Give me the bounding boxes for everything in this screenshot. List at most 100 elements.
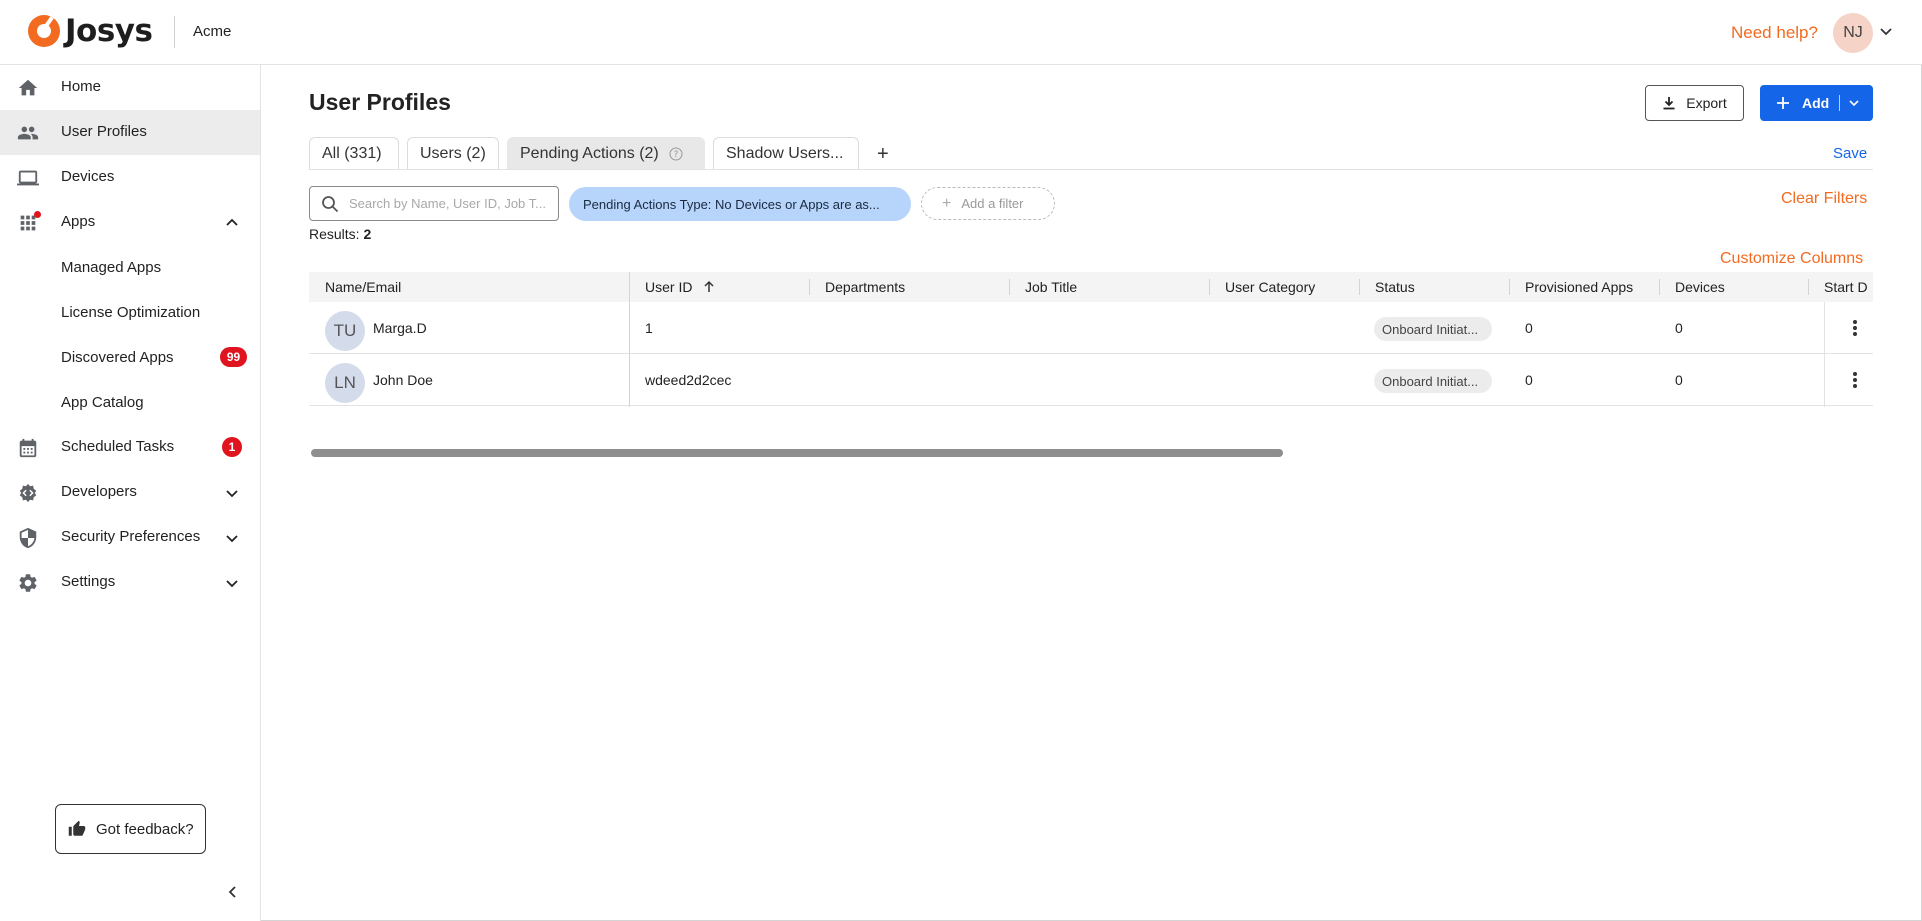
tab-users[interactable]: Users (2) xyxy=(407,137,499,170)
table-row[interactable]: LN John Doe wdeed2d2cec Onboard Initiat.… xyxy=(309,354,1873,406)
column-header-user-category[interactable]: User Category xyxy=(1225,279,1315,295)
brand-logo[interactable]: Josys xyxy=(28,13,153,49)
sidebar-item-developers[interactable]: Developers xyxy=(0,470,260,515)
sidebar-item-home[interactable]: Home xyxy=(0,65,260,110)
sidebar-item-managed-apps[interactable]: Managed Apps xyxy=(61,259,161,276)
chevron-up-icon xyxy=(226,218,238,226)
sidebar-item-label: Security Preferences xyxy=(61,528,201,545)
sort-ascending-arrow-icon[interactable] xyxy=(702,280,716,294)
more-vert-icon[interactable] xyxy=(1845,370,1865,390)
user-id: wdeed2d2cec xyxy=(645,372,732,388)
save-view-link[interactable]: Save xyxy=(1833,145,1867,162)
user-id: 1 xyxy=(645,320,653,336)
sidebar-item-settings[interactable]: Settings xyxy=(0,560,260,605)
avatar: TU xyxy=(325,311,365,351)
column-header-label: User ID xyxy=(645,279,693,295)
tab-all[interactable]: All (331) xyxy=(309,137,399,170)
table-row[interactable]: TU Marga.D 1 Onboard Initiat... 0 0 xyxy=(309,302,1873,354)
josys-logo-icon xyxy=(28,15,60,47)
sidebar-item-license-optimization[interactable]: License Optimization xyxy=(61,304,200,321)
add-label: Add xyxy=(1802,95,1830,111)
export-label: Export xyxy=(1686,95,1727,111)
sidebar-item-label: User Profiles xyxy=(61,123,147,140)
add-filter-button[interactable]: + Add a filter xyxy=(921,187,1055,220)
pending-actions-filter-chip[interactable]: Pending Actions Type: No Devices or Apps… xyxy=(569,187,911,221)
sidebar-item-label: Home xyxy=(61,78,102,95)
column-header-start-date[interactable]: Start D xyxy=(1824,279,1868,295)
column-divider[interactable] xyxy=(1209,279,1210,295)
sidebar-item-discovered-apps[interactable]: Discovered Apps xyxy=(61,349,174,366)
column-header-devices[interactable]: Devices xyxy=(1675,279,1725,295)
collapse-sidebar-chevron-left-icon[interactable] xyxy=(225,884,241,900)
column-divider[interactable] xyxy=(1659,279,1660,295)
search-box[interactable] xyxy=(309,186,559,221)
column-header-job-title[interactable]: Job Title xyxy=(1025,279,1077,295)
results-label: Results: xyxy=(309,226,360,242)
tab-label: Pending Actions (2) xyxy=(520,145,659,162)
column-divider[interactable] xyxy=(1359,279,1360,295)
sidebar: Home User Profiles Devices Apps Managed … xyxy=(0,65,261,921)
page-title: User Profiles xyxy=(309,89,451,115)
sidebar-item-app-catalog[interactable]: App Catalog xyxy=(61,394,144,411)
results-count: Results: 2 xyxy=(309,226,371,242)
clear-filters-link[interactable]: Clear Filters xyxy=(1781,190,1867,208)
user-initials: NJ xyxy=(1843,24,1863,41)
org-name: Acme xyxy=(193,23,232,40)
sidebar-item-apps[interactable]: Apps xyxy=(0,200,260,245)
add-tab-button[interactable]: + xyxy=(877,143,889,166)
filter-chip-label: Pending Actions Type: No Devices or Apps… xyxy=(583,196,880,212)
feedback-button[interactable]: Got feedback? xyxy=(55,804,206,854)
chevron-down-icon xyxy=(226,535,238,543)
avatar-initials: TU xyxy=(333,321,357,340)
add-button[interactable]: Add xyxy=(1760,85,1873,121)
notification-dot xyxy=(34,211,41,218)
provisioned-apps-count: 0 xyxy=(1525,320,1533,336)
horizontal-scrollbar[interactable] xyxy=(311,449,1283,457)
customize-columns-link[interactable]: Customize Columns xyxy=(1720,250,1863,268)
plus-icon: + xyxy=(942,194,952,212)
header-divider xyxy=(174,16,175,48)
sidebar-item-label: Scheduled Tasks xyxy=(61,438,175,455)
provisioned-apps-count: 0 xyxy=(1525,372,1533,388)
results-number: 2 xyxy=(363,226,372,242)
devices-count: 0 xyxy=(1675,320,1683,336)
more-vert-icon[interactable] xyxy=(1845,318,1865,338)
status-badge: Onboard Initiat... xyxy=(1374,317,1492,341)
search-input[interactable] xyxy=(349,196,554,211)
column-header-departments[interactable]: Departments xyxy=(825,279,905,295)
devices-count: 0 xyxy=(1675,372,1683,388)
feedback-label: Got feedback? xyxy=(96,820,194,838)
user-avatar[interactable]: NJ xyxy=(1833,13,1873,53)
user-name[interactable]: John Doe xyxy=(373,372,433,388)
tab-pending-actions[interactable]: Pending Actions (2) ? xyxy=(507,137,705,170)
column-header-name-email[interactable]: Name/Email xyxy=(325,279,401,295)
column-divider[interactable] xyxy=(809,279,810,295)
sidebar-item-user-profiles[interactable]: User Profiles xyxy=(0,110,260,155)
need-help-link[interactable]: Need help? xyxy=(1731,23,1818,43)
sidebar-item-devices[interactable]: Devices xyxy=(0,155,260,200)
action-column-border xyxy=(1824,302,1825,407)
tab-label: All (331) xyxy=(322,145,382,162)
column-header-user-id[interactable]: User ID xyxy=(645,279,716,295)
chevron-down-icon xyxy=(226,580,238,588)
export-button[interactable]: Export xyxy=(1645,85,1744,121)
column-divider[interactable] xyxy=(1009,279,1010,295)
column-divider[interactable] xyxy=(1509,279,1510,295)
chevron-down-icon[interactable] xyxy=(1848,97,1860,109)
tab-shadow-users[interactable]: Shadow Users... xyxy=(713,137,859,170)
chevron-down-icon[interactable] xyxy=(1878,23,1894,39)
column-divider[interactable] xyxy=(1808,279,1809,295)
sidebar-item-security-preferences[interactable]: Security Preferences xyxy=(0,515,260,560)
tab-label: Shadow Users... xyxy=(726,145,844,162)
frozen-column-border xyxy=(629,272,630,407)
brand-name: Josys xyxy=(65,13,153,49)
app-frame xyxy=(0,0,1922,921)
users-icon xyxy=(17,126,39,140)
search-icon xyxy=(322,195,339,212)
sidebar-item-label: Devices xyxy=(61,168,115,185)
user-name[interactable]: Marga.D xyxy=(373,320,427,336)
column-header-status[interactable]: Status xyxy=(1375,279,1415,295)
sidebar-item-scheduled-tasks[interactable]: Scheduled Tasks 1 xyxy=(0,425,260,470)
add-filter-label: Add a filter xyxy=(961,196,1024,211)
column-header-provisioned-apps[interactable]: Provisioned Apps xyxy=(1525,279,1633,295)
